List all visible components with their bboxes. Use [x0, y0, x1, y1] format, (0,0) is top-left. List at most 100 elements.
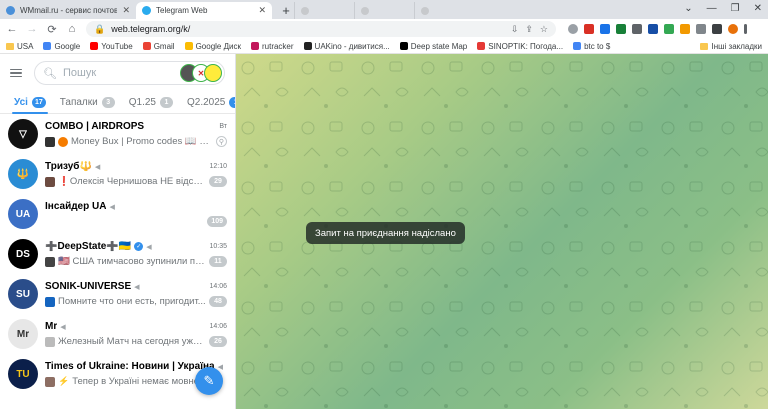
hamburger-menu-icon[interactable] [10, 68, 22, 78]
lightning-icon: ⚡ [58, 376, 70, 386]
bookmark-item[interactable]: YouTube [90, 41, 133, 51]
muted-icon: ◀ [94, 163, 101, 171]
chat-time: 14:06 [209, 283, 227, 290]
home-icon[interactable]: ⌂ [66, 23, 78, 35]
chat-last-message: Помните что они есть, пригодит... [58, 296, 206, 307]
url-text: web.telegram.org/k/ [111, 24, 191, 34]
chat-item[interactable]: Mr Mr ◀ 14:06 Железный Матч на сегодня уже… [0, 314, 235, 354]
browser-tab-0[interactable]: WMmail.ru - сервис почтовых р ✕ [0, 2, 136, 19]
chat-last-message: ❗Олексія Чернишова НЕ відсто... [58, 176, 206, 187]
bookmark-star-icon[interactable]: ☆ [540, 24, 548, 35]
bookmark-item[interactable]: USA [6, 42, 33, 51]
folder-tabs: Усі 17 Тапалки 3 Q1.25 1 Q2.2025 1 [0, 92, 235, 114]
bookmark-item[interactable]: btc to $ [573, 42, 610, 51]
chat-item[interactable]: SU SONIK-UNIVERSE ◀ 14:06 Помните что они … [0, 274, 235, 314]
chat-name: SONIK-UNIVERSE [45, 281, 132, 292]
bookmark-item[interactable]: Deep state Map [399, 42, 467, 51]
folder-tab-q2-2025[interactable]: Q2.2025 1 [187, 92, 235, 114]
bookmark-label: Gmail [153, 41, 175, 51]
uakino-icon [303, 42, 312, 50]
background-tab[interactable] [354, 2, 414, 19]
browser-tab-1[interactable]: Telegram Web ✕ [136, 2, 272, 19]
extension-icon[interactable] [616, 24, 626, 34]
bookmark-label: rutracker [261, 41, 294, 51]
tab-favicon-icon [421, 6, 429, 15]
new-message-button[interactable]: ✎ [195, 367, 223, 395]
muted-icon: ◀ [217, 363, 223, 371]
telegram-app: 🔍︎ Пошук ✕ Усі 17 Тапалки 3 Q1.25 1 Q2.2… [0, 54, 768, 409]
search-input[interactable]: 🔍︎ Пошук ✕ [34, 61, 225, 85]
muted-icon: ◀ [134, 283, 140, 291]
extension-icon[interactable] [648, 24, 658, 34]
tab-favicon-icon [361, 6, 369, 15]
pencil-icon: ✎ [203, 373, 215, 388]
chat-item[interactable]: 🔱 Тризуб🔱 ◀ 12:10 ❗Олексія Чернишова НЕ ві… [0, 154, 235, 194]
omnibox-actions: ⇩ ⇪ ☆ [511, 24, 548, 35]
chat-time: Вт [219, 123, 227, 130]
folder-count-badge: 1 [159, 97, 173, 108]
bookmark-item[interactable]: rutracker [250, 41, 294, 51]
extension-icon[interactable] [568, 24, 578, 34]
folder-count-badge: 3 [101, 97, 115, 108]
more-icon[interactable] [744, 24, 747, 34]
chat-list: ▽ COMBO | AIRDROPS Вт Money Bux | Promo c… [0, 114, 235, 394]
bookmark-item[interactable]: SINOPTIK: Погода... [477, 42, 563, 51]
forward-icon[interactable]: → [26, 23, 38, 35]
bookmark-item[interactable]: Google Диск [184, 42, 241, 51]
reload-icon[interactable]: ⟳ [46, 23, 58, 36]
chat-item[interactable]: UA Інсайдер UA ◀ 109 [0, 194, 235, 234]
folder-tab-all[interactable]: Усі 17 [12, 92, 48, 114]
tab-search-icon[interactable]: ⌄ [684, 3, 692, 14]
pin-icon: ⚲ [216, 136, 227, 147]
folder-count-badge: 1 [229, 97, 235, 108]
install-icon[interactable]: ⇩ [511, 24, 519, 35]
sidebar-toggle-icon[interactable] [712, 24, 722, 34]
chat-name: ➕DeepState➕🇺🇦 [45, 241, 132, 252]
google-icon [43, 42, 52, 50]
extension-icon[interactable] [664, 24, 674, 34]
browser-toolbar: ← → ⟳ ⌂ 🔒 web.telegram.org/k/ ⇩ ⇪ ☆ [0, 19, 768, 39]
muted-icon: ◀ [109, 203, 115, 211]
sidebar-header: 🔍︎ Пошук ✕ [0, 54, 235, 92]
extension-icon[interactable] [632, 24, 642, 34]
minimize-icon[interactable]: — [707, 3, 717, 14]
close-window-icon[interactable]: ✕ [754, 3, 762, 14]
google-icon [573, 42, 582, 50]
unread-badge: 11 [209, 256, 227, 267]
background-tab[interactable] [414, 2, 474, 19]
bookmark-item[interactable]: Інші закладки [700, 42, 762, 51]
extension-icon[interactable] [600, 24, 610, 34]
close-tab-icon[interactable]: ✕ [258, 5, 266, 16]
chat-avatar: TU [8, 359, 38, 389]
chat-item[interactable]: ▽ COMBO | AIRDROPS Вт Money Bux | Promo c… [0, 114, 235, 154]
new-tab-button[interactable]: + [278, 2, 294, 18]
bookmark-item[interactable]: Google [43, 42, 80, 51]
chat-name: COMBO | AIRDROPS [45, 121, 145, 132]
bookmark-item[interactable]: UAKino - дивитися... [303, 42, 390, 51]
chat-item[interactable]: DS ➕DeepState➕🇺🇦 ✓ ◀ 10:35 🇺🇸 США тимчасово… [0, 234, 235, 274]
extension-icon[interactable] [680, 24, 690, 34]
bookmark-item[interactable]: Gmail [142, 41, 175, 51]
stories-avatars[interactable]: ✕ [180, 64, 222, 82]
message-thumbnail [45, 176, 55, 187]
folder-tab-q1-25[interactable]: Q1.25 1 [129, 92, 173, 114]
message-thumbnail [45, 256, 55, 267]
story-avatar[interactable] [204, 64, 222, 82]
share-icon[interactable]: ⇪ [525, 24, 533, 35]
maximize-icon[interactable]: ❐ [731, 3, 740, 14]
folder-tab-label: Тапалки [59, 97, 98, 108]
folder-tab-label: Усі [14, 97, 28, 108]
chat-avatar: UA [8, 199, 38, 229]
profile-avatar[interactable] [728, 24, 738, 34]
address-bar[interactable]: 🔒 web.telegram.org/k/ ⇩ ⇪ ☆ [86, 21, 556, 37]
chat-time: 10:35 [209, 243, 227, 250]
close-tab-icon[interactable]: ✕ [122, 5, 130, 16]
back-icon[interactable]: ← [6, 23, 18, 35]
puzzle-icon[interactable] [696, 24, 706, 34]
extension-icon[interactable] [584, 24, 594, 34]
background-tab[interactable] [294, 2, 354, 19]
message-thumbnail [45, 136, 55, 147]
chat-name: Інсайдер UA [45, 201, 107, 212]
bookmark-label: YouTube [101, 41, 133, 51]
folder-tab-tapalky[interactable]: Тапалки 3 [60, 92, 115, 114]
